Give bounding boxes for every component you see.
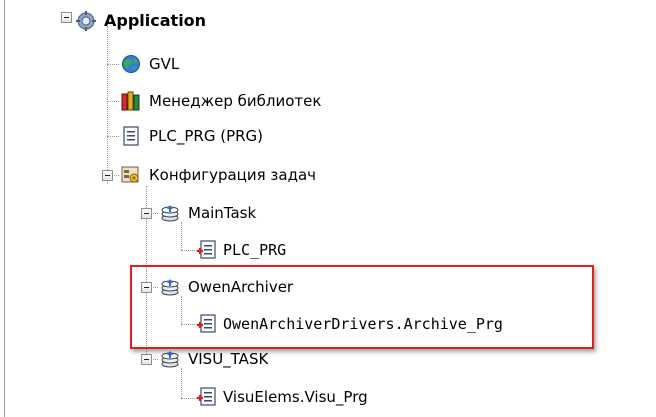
collapse-main-task-toggle[interactable] bbox=[141, 208, 152, 219]
tree-guide bbox=[181, 250, 197, 251]
main-task-label: MainTask bbox=[188, 204, 257, 222]
gvl-label: GVL bbox=[149, 55, 180, 73]
task-icon bbox=[160, 203, 180, 223]
application-label: Application bbox=[104, 11, 207, 30]
tree-guide bbox=[107, 64, 119, 65]
task-configuration-label: Конфигурация задач bbox=[149, 166, 317, 184]
tree-guide bbox=[181, 398, 197, 399]
globe-icon bbox=[121, 54, 141, 74]
library-manager-label: Менеджер библиотек bbox=[149, 92, 322, 110]
tree-left-border bbox=[4, 0, 5, 417]
program-document-icon bbox=[121, 126, 141, 146]
collapse-task-config-toggle[interactable] bbox=[102, 170, 113, 181]
application-gear-icon bbox=[76, 11, 96, 31]
tree-guide bbox=[107, 136, 119, 137]
task-icon bbox=[160, 349, 180, 369]
highlight-frame bbox=[130, 265, 594, 349]
tree-guide bbox=[181, 222, 182, 250]
program-call-icon bbox=[197, 387, 217, 407]
program-call-icon bbox=[197, 240, 217, 260]
books-icon bbox=[121, 91, 141, 111]
collapse-visu-task-toggle[interactable] bbox=[141, 354, 152, 365]
visu-task-call-label: VisuElems.Visu_Prg bbox=[223, 388, 368, 406]
project-tree: Application GVL Менеджер библиотек PLC_P… bbox=[0, 0, 656, 417]
visu-task-label: VISU_TASK bbox=[188, 350, 269, 368]
main-task-call-label: PLC_PRG bbox=[223, 241, 287, 259]
plc-prg-label: PLC_PRG (PRG) bbox=[149, 127, 264, 145]
task-configuration-icon bbox=[121, 165, 141, 185]
tree-guide bbox=[181, 368, 182, 398]
collapse-application-toggle[interactable] bbox=[61, 12, 72, 23]
tree-guide bbox=[107, 101, 119, 102]
tree-guide bbox=[107, 26, 108, 184]
